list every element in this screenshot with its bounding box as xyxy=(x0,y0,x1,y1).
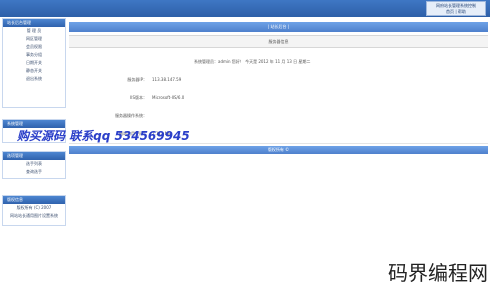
admin-menu: 站长后台管理 管 理 员 网区管理 会员权限 事务分组 日期开关 静态开关 退出… xyxy=(2,18,66,108)
player-menu-title: 选项管理 xyxy=(3,152,65,160)
bottom-brand: 码界编程网 xyxy=(388,261,488,285)
iis-row: IIS版本： Microsoft-IIS/6.0 xyxy=(69,89,488,108)
os-label: 服务器操作系统： xyxy=(115,113,147,118)
top-banner: 网府站长管理系统控制 首页 | 帮助 xyxy=(0,0,490,17)
main-header: | 站长后台 | xyxy=(69,22,488,32)
admin-menu-item-6[interactable]: 静态开关 xyxy=(3,67,65,75)
admin-menu-item-3[interactable]: 会员权限 xyxy=(3,43,65,51)
admin-menu-item-7[interactable]: 退出系统 xyxy=(3,75,65,83)
player-list-link[interactable]: 选手列表 xyxy=(3,160,65,168)
welcome-text: 系统管理员：admin 您好！ 今天是 2012 年 11 月 13 日 星期二 xyxy=(194,59,311,64)
top-right-links[interactable]: 首页 | 帮助 xyxy=(427,9,485,15)
admin-menu-title: 站长后台管理 xyxy=(3,19,65,27)
iis-value: Microsoft-IIS/6.0 xyxy=(152,95,185,100)
copyright-line-1: 版权所有 (C) 2007 xyxy=(16,205,52,210)
os-row: 服务器操作系统： xyxy=(69,107,488,126)
admin-menu-item-5[interactable]: 日期开关 xyxy=(3,59,65,67)
admin-menu-item-2[interactable]: 网区管理 xyxy=(3,35,65,43)
footer-copyright-bar: 版权所有 © xyxy=(69,146,488,154)
server-ip-row: 服务器IP： 113.38.147.59 xyxy=(69,71,488,90)
player-menu: 选项管理 选手列表 查询选手 xyxy=(2,151,66,179)
admin-menu-item-1[interactable]: 管 理 员 xyxy=(3,27,65,35)
watermark-text: 购买源码 联系qq 534569945 xyxy=(17,129,190,143)
iis-label: IIS版本： xyxy=(130,95,147,100)
welcome-row: 系统管理员：admin 您好！ 今天是 2012 年 11 月 13 日 星期二 xyxy=(69,53,488,72)
copyright-menu-title: 版权信息 xyxy=(3,196,65,204)
admin-menu-item-4[interactable]: 事务分组 xyxy=(3,51,65,59)
player-search-link[interactable]: 查询选手 xyxy=(3,168,65,176)
copyright-line-2: 网站站长通用图片设置系统 xyxy=(10,213,58,218)
server-ip-label: 服务器IP： xyxy=(127,77,147,82)
server-ip-value: 113.38.147.59 xyxy=(152,77,182,82)
copyright-menu: 版权信息 版权所有 (C) 2007 网站站长通用图片设置系统 xyxy=(2,195,66,226)
server-info-title: 服务器信息 xyxy=(69,35,488,48)
top-right-box: 网府站长管理系统控制 首页 | 帮助 xyxy=(426,1,486,16)
